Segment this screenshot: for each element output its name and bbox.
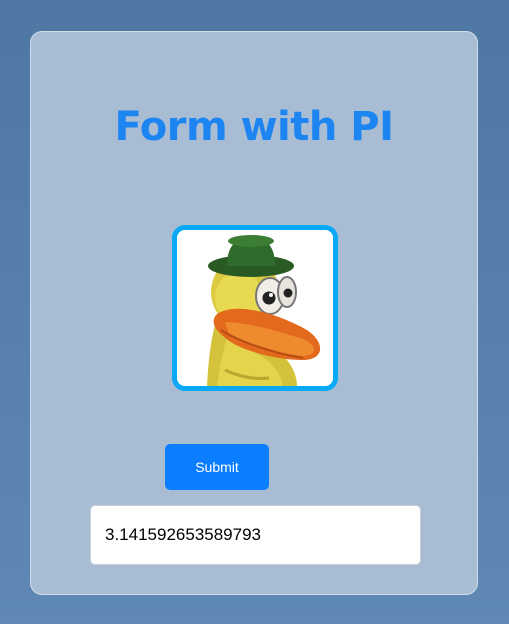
duck-image — [172, 225, 338, 391]
form-card: Form with PI Submit 3.141592653589793 — [30, 31, 478, 595]
pi-result-input[interactable] — [90, 505, 421, 565]
duck-icon — [177, 230, 333, 386]
page-title: Form with PI — [114, 104, 394, 150]
submit-button[interactable]: Submit — [165, 444, 269, 490]
